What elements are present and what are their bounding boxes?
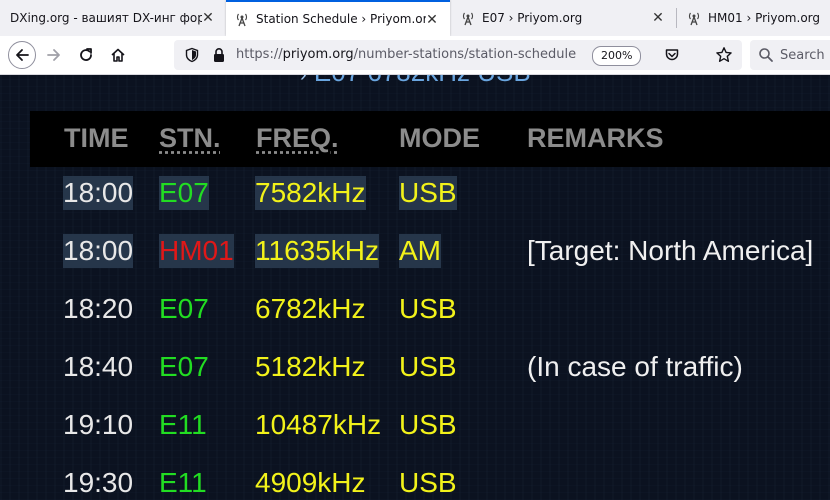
tab-hm01[interactable]: HM01 › Priyom.org — [678, 0, 830, 36]
frequency-cell: 5182kHz — [255, 351, 366, 382]
page-content: › E07 6782kHz USB TIME STN. FREQ. MODE R… — [0, 75, 830, 500]
tab-label: E07 › Priyom.org — [482, 11, 583, 25]
time-cell: 18:00 — [63, 234, 134, 268]
antenna-icon — [236, 13, 248, 27]
time-cell: 18:20 — [63, 293, 134, 324]
page-heading[interactable]: › E07 6782kHz USB — [300, 75, 531, 88]
time-cell: 19:10 — [63, 409, 134, 440]
frequency-cell: 7582kHz — [255, 176, 366, 210]
forward-button[interactable] — [40, 41, 68, 69]
url-host: priyom.org — [282, 47, 354, 62]
remarks-cell: (In case of traffic) — [527, 351, 743, 382]
mode-cell: USB — [399, 176, 457, 210]
mode-cell: USB — [399, 293, 457, 324]
tab-close-icon[interactable]: ✕ — [424, 12, 440, 28]
column-header-mode: MODE — [399, 123, 480, 153]
frequency-cell: 6782kHz — [255, 293, 366, 324]
station-link[interactable]: E07 — [159, 176, 209, 210]
search-box[interactable]: Search — [750, 40, 830, 70]
frequency-cell: 11635kHz — [255, 234, 380, 268]
shield-icon[interactable] — [184, 47, 200, 63]
bookmark-star-icon[interactable] — [715, 46, 733, 64]
frequency-cell: 4909kHz — [255, 467, 366, 498]
reload-button[interactable] — [72, 41, 100, 69]
column-header-remarks: REMARKS — [527, 123, 664, 153]
home-button[interactable] — [104, 41, 132, 69]
tab-dxing[interactable]: DXing.org - вашият DX-инг форум ✕ — [0, 0, 222, 36]
station-link[interactable]: E11 — [159, 408, 207, 442]
station-link[interactable]: HM01 — [159, 234, 234, 268]
heading-arrow-icon: › — [300, 75, 307, 86]
url-scheme: https:// — [236, 47, 283, 62]
column-header-time: TIME — [64, 123, 129, 153]
arrow-left-icon — [16, 49, 29, 61]
url-path: /number-stations/station-schedule — [353, 47, 577, 62]
tab-label: DXing.org - вашият DX-инг форум — [10, 11, 202, 25]
tab-label: Station Schedule › Priyom.org — [256, 12, 426, 26]
frequency-cell: 10487kHz — [255, 409, 382, 440]
arrow-right-icon — [47, 49, 60, 61]
url-bar[interactable]: https://priyom.org/number-stations/stati… — [174, 40, 742, 70]
tab-strip: DXing.org - вашият DX-инг форум ✕ Statio… — [0, 0, 830, 37]
time-cell: 18:00 — [63, 176, 134, 210]
tab-separator — [676, 8, 677, 28]
antenna-icon — [462, 12, 474, 26]
home-icon — [111, 48, 125, 62]
station-link[interactable]: E11 — [159, 466, 207, 500]
navigation-bar: https://priyom.org/number-stations/stati… — [0, 36, 830, 75]
remarks-cell: [Target: North America] — [527, 235, 814, 266]
tab-e07[interactable]: E07 › Priyom.org ✕ — [452, 0, 674, 36]
antenna-icon — [688, 12, 700, 26]
mode-cell: USB — [399, 467, 457, 498]
url-text[interactable]: https://priyom.org/number-stations/stati… — [236, 47, 576, 62]
pocket-icon[interactable] — [664, 47, 680, 63]
reload-icon — [80, 48, 92, 61]
mode-cell: USB — [399, 351, 457, 382]
lock-icon[interactable] — [212, 47, 226, 63]
schedule-table-header: TIME STN. FREQ. MODE REMARKS — [30, 111, 830, 167]
column-header-station[interactable]: STN. — [159, 123, 221, 154]
heading-text: E07 6782kHz USB — [314, 75, 531, 87]
tab-station-schedule[interactable]: Station Schedule › Priyom.org ✕ — [226, 0, 450, 36]
search-icon — [759, 48, 773, 62]
back-button[interactable] — [8, 41, 36, 69]
zoom-level-badge[interactable]: 200% — [592, 46, 642, 66]
time-cell: 18:40 — [63, 351, 134, 382]
tab-close-icon[interactable]: ✕ — [650, 10, 666, 26]
mode-cell: USB — [399, 409, 457, 440]
search-placeholder: Search — [780, 48, 825, 63]
tab-label: HM01 › Priyom.org — [708, 11, 820, 25]
tab-close-icon[interactable]: ✕ — [200, 10, 216, 26]
station-link[interactable]: E07 — [159, 350, 209, 384]
time-cell: 19:30 — [63, 467, 134, 498]
mode-cell: AM — [399, 234, 441, 268]
column-header-frequency[interactable]: FREQ. — [256, 123, 339, 154]
station-link[interactable]: E07 — [159, 292, 209, 326]
